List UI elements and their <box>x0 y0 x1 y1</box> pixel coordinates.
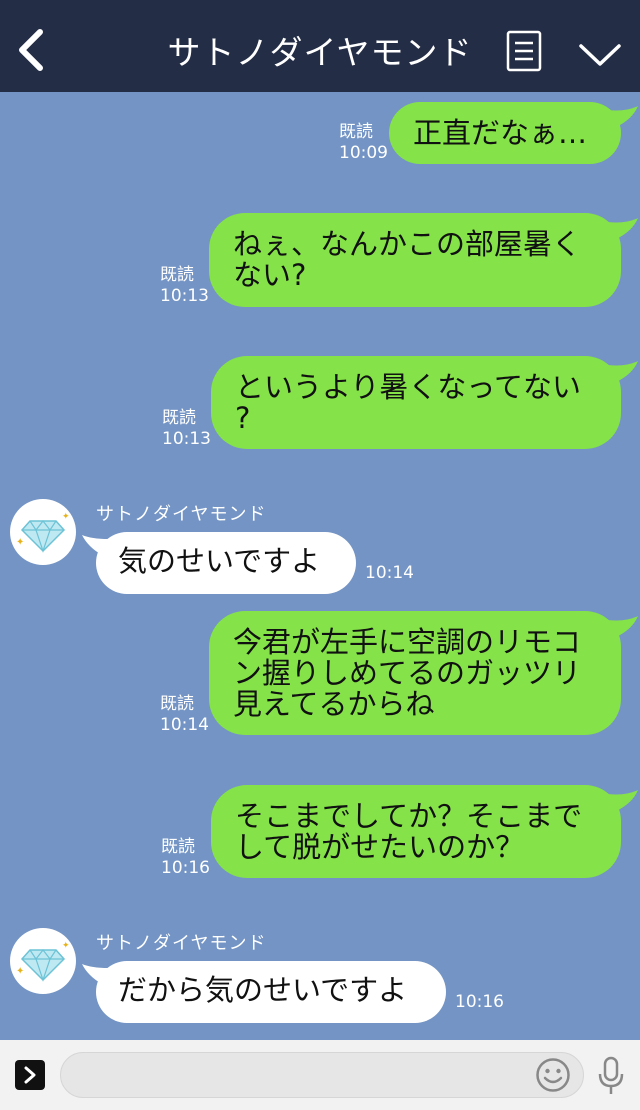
message-text: というより暑くなってない <box>235 370 581 404</box>
expand-icon <box>24 1066 36 1084</box>
outgoing-message-bubble[interactable]: というより暑くなってない ? <box>211 356 621 449</box>
outgoing-message-bubble[interactable]: 正直だなぁ… <box>389 102 621 164</box>
read-receipt: 既読 <box>339 122 373 142</box>
message-text: ねぇ、なんかこの部屋暑く <box>233 227 582 261</box>
message-text: 今君が左手に空調のリモコ <box>233 625 582 659</box>
message-time: 10:09 <box>339 143 388 163</box>
message-text: 正直だなぁ… <box>413 116 588 150</box>
read-receipt: 既読 <box>161 837 195 857</box>
message-time: 10:16 <box>455 992 504 1012</box>
message-time: 10:13 <box>160 286 209 306</box>
message-text: ない? <box>233 258 307 292</box>
expand-button[interactable] <box>15 1060 45 1090</box>
menu-list-icon[interactable] <box>506 30 542 72</box>
message-time: 10:16 <box>161 858 210 878</box>
read-receipt: 既読 <box>162 408 196 428</box>
message-meta: 既読 10:13 <box>160 265 209 307</box>
diamond-avatar-icon: ✦ ✦ <box>16 941 70 982</box>
chat-title: サトノダイヤモンド <box>167 33 473 72</box>
chevron-down-icon[interactable] <box>578 40 622 70</box>
microphone-icon[interactable] <box>596 1056 626 1096</box>
message-text: そこまでしてか？そこまで <box>235 799 583 833</box>
chat-header: サトノダイヤモンド <box>0 0 640 92</box>
message-text: 見えてるからね <box>233 687 435 721</box>
outgoing-message-bubble[interactable]: 今君が左手に空調のリモコ ン握りしめてるのガッツリ 見えてるからね <box>209 611 621 735</box>
message-meta: 既読 10:13 <box>162 408 211 450</box>
message-meta: 既読 10:14 <box>160 694 209 736</box>
svg-text:✦: ✦ <box>62 512 70 522</box>
message-time: 10:14 <box>365 563 414 583</box>
diamond-avatar-icon: ✦ ✦ <box>16 512 70 553</box>
incoming-message-bubble[interactable]: 気のせいですよ <box>96 532 356 594</box>
emoji-icon[interactable] <box>535 1057 571 1093</box>
message-text: だから気のせいですよ <box>118 973 408 1007</box>
message-meta: 既読 10:09 <box>339 122 388 164</box>
read-receipt: 既読 <box>160 694 194 714</box>
contact-avatar[interactable]: ✦ ✦ <box>10 928 76 994</box>
svg-text:✦: ✦ <box>16 537 24 548</box>
incoming-message-bubble[interactable]: だから気のせいですよ <box>96 961 446 1023</box>
message-text: ン握りしめてるのガッツリ <box>233 656 582 690</box>
message-text: 気のせいですよ <box>118 544 321 578</box>
message-text: ? <box>235 401 251 435</box>
chat-area[interactable]: 既読 10:09 正直だなぁ… 既読 10:13 ねぇ、なんかこの部屋暑く ない… <box>0 92 640 1040</box>
svg-text:✦: ✦ <box>62 941 70 951</box>
outgoing-message-bubble[interactable]: ねぇ、なんかこの部屋暑く ない? <box>209 213 621 307</box>
sender-name: サトノダイヤモンド <box>96 933 267 954</box>
read-receipt: 既読 <box>160 265 194 285</box>
contact-avatar[interactable]: ✦ ✦ <box>10 499 76 565</box>
message-time: 10:14 <box>160 715 209 735</box>
message-meta: 既読 10:16 <box>161 837 210 879</box>
message-time: 10:13 <box>162 429 211 449</box>
message-text: して脱がせたいのか？ <box>235 830 525 864</box>
svg-text:✦: ✦ <box>16 966 24 977</box>
message-input[interactable] <box>60 1052 584 1098</box>
sender-name: サトノダイヤモンド <box>96 504 267 525</box>
back-arrow-icon[interactable] <box>14 28 48 72</box>
outgoing-message-bubble[interactable]: そこまでしてか？そこまで して脱がせたいのか？ <box>211 785 621 878</box>
message-input-bar <box>0 1040 640 1110</box>
